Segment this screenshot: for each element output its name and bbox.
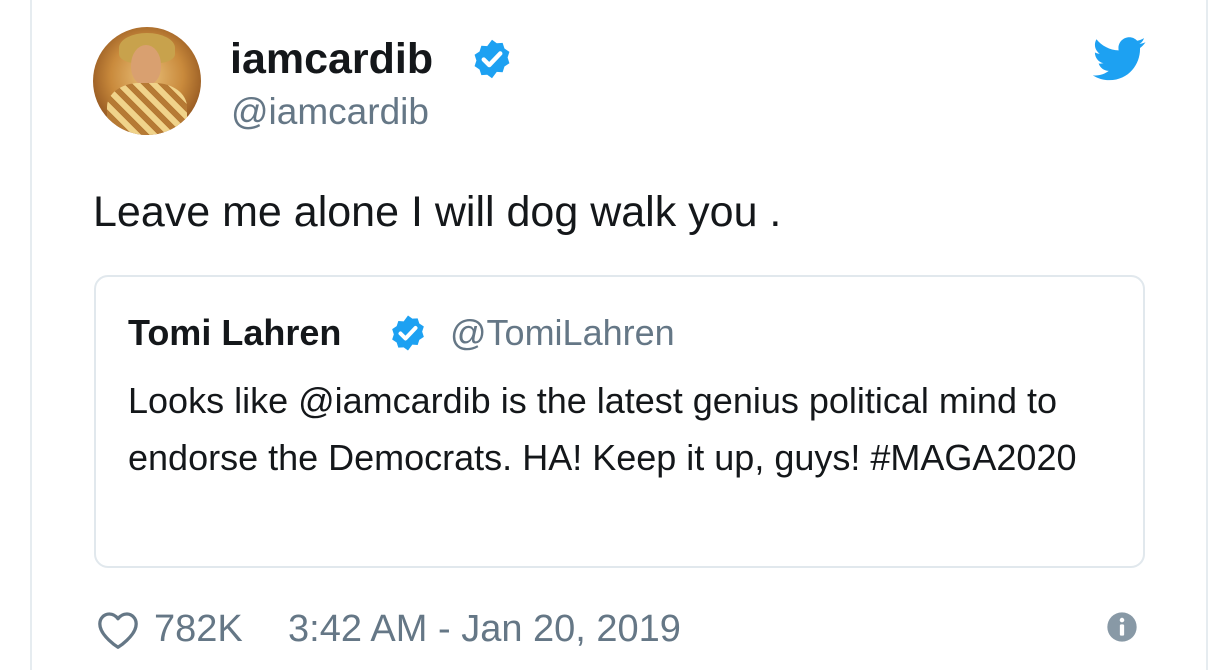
avatar-face [131,45,161,85]
verified-badge-icon [474,39,510,79]
quoted-author-name[interactable]: Tomi Lahren [128,311,341,355]
avatar[interactable] [93,27,201,135]
verified-badge-icon [392,315,424,351]
twitter-bird-icon[interactable] [1093,37,1147,81]
tweet-timestamp[interactable]: 3:42 AM - Jan 20, 2019 [288,606,681,652]
info-icon[interactable] [1106,611,1138,643]
card-left-border [30,0,32,670]
quoted-tweet-text: Looks like @iamcardib is the latest geni… [128,380,1077,478]
quoted-tweet-card[interactable]: Tomi Lahren @TomiLahren Looks like @iamc… [94,275,1145,568]
quoted-author-handle[interactable]: @TomiLahren [450,311,675,355]
heart-icon[interactable] [96,610,140,650]
author-handle[interactable]: @iamcardib [231,90,429,134]
author-display-name[interactable]: iamcardib [230,34,433,84]
card-right-border [1206,0,1208,670]
tweet-text: Leave me alone I will dog walk you . [93,188,782,236]
avatar-body [107,83,187,135]
like-count[interactable]: 782K [154,606,243,652]
